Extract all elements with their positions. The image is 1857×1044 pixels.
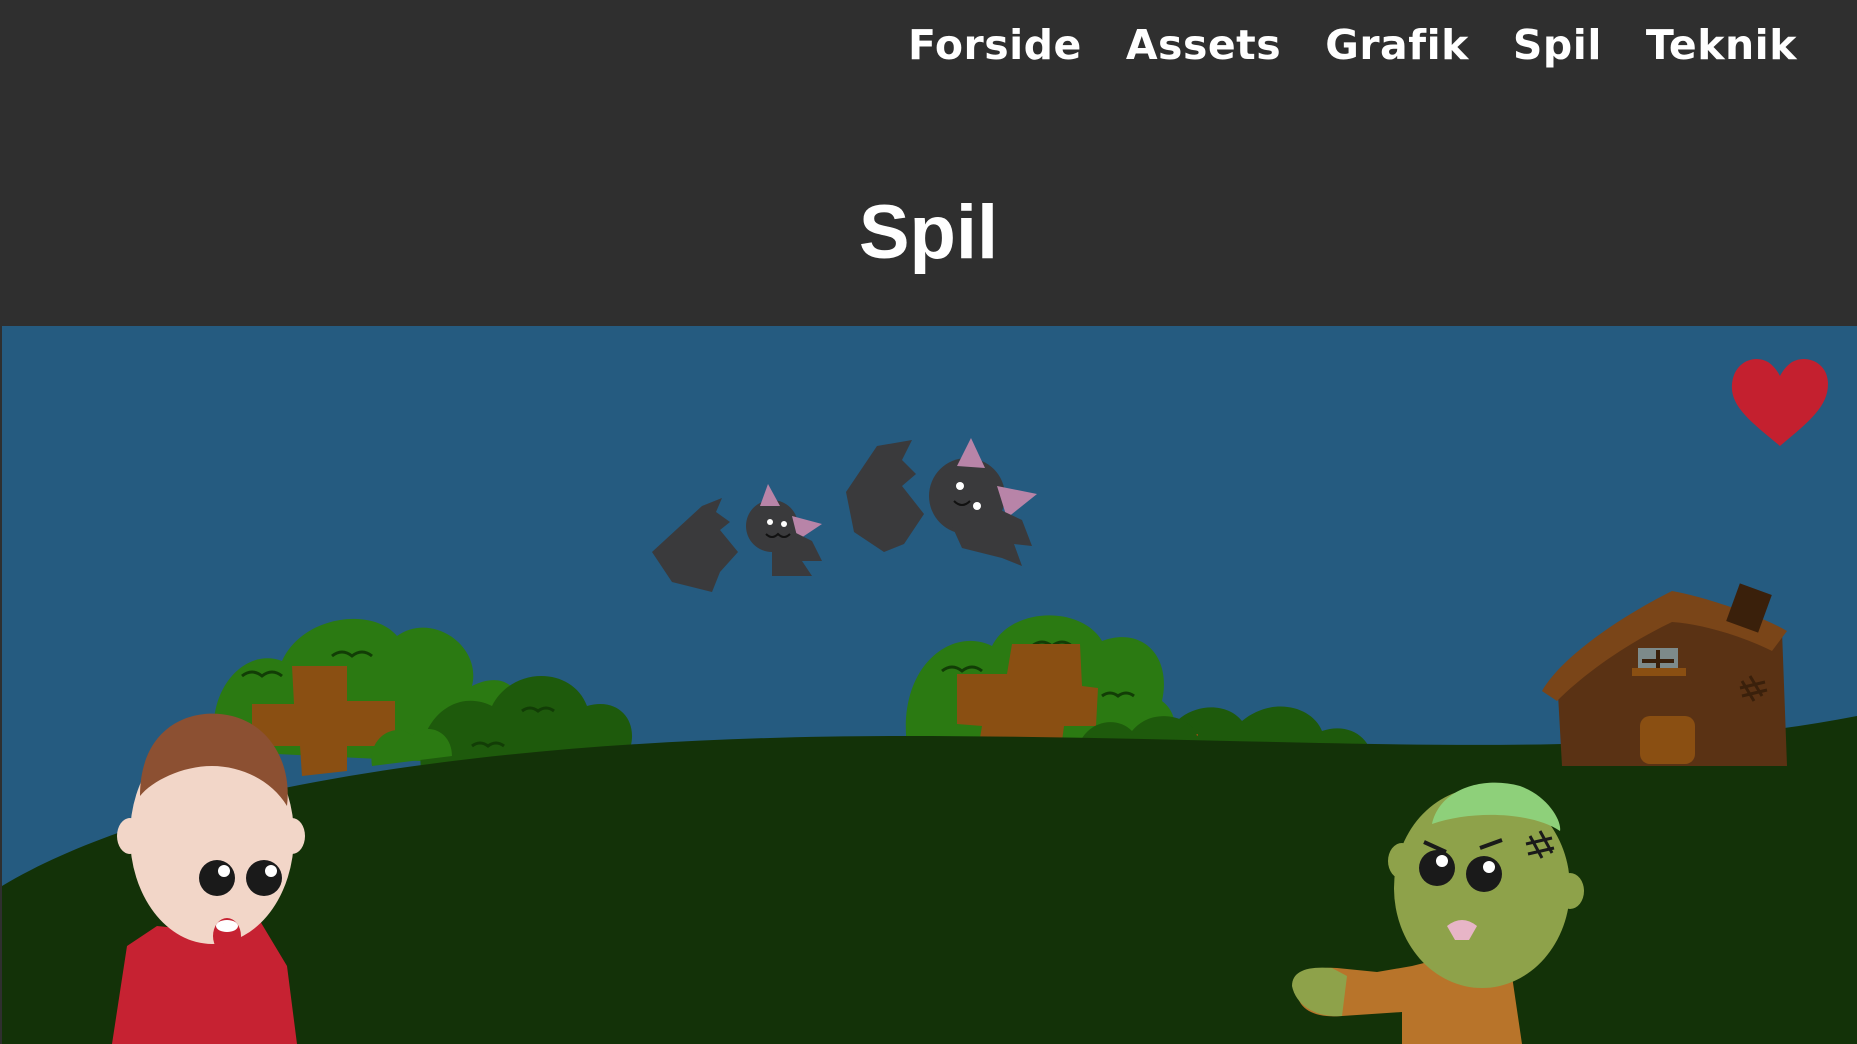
page-title: Spil: [858, 190, 999, 275]
main-nav: Forside Assets Grafik Spil Teknik: [886, 18, 1819, 72]
heart-life-icon: [1731, 358, 1828, 446]
nav-link-teknik[interactable]: Teknik: [1624, 18, 1819, 72]
nav-link-grafik[interactable]: Grafik: [1303, 18, 1491, 72]
bat-small: [652, 484, 822, 592]
game-scene: [2, 358, 1857, 1044]
haunted-house: [1542, 583, 1787, 766]
site-header: Forside Assets Grafik Spil Teknik Spil: [0, 0, 1857, 326]
nav-link-assets[interactable]: Assets: [1104, 18, 1303, 72]
nav-link-spil[interactable]: Spil: [1491, 18, 1624, 72]
player-boy: [112, 713, 305, 1044]
game-canvas[interactable]: [2, 326, 1857, 1044]
nav-link-forside[interactable]: Forside: [886, 18, 1104, 72]
bat-large: [846, 438, 1037, 566]
